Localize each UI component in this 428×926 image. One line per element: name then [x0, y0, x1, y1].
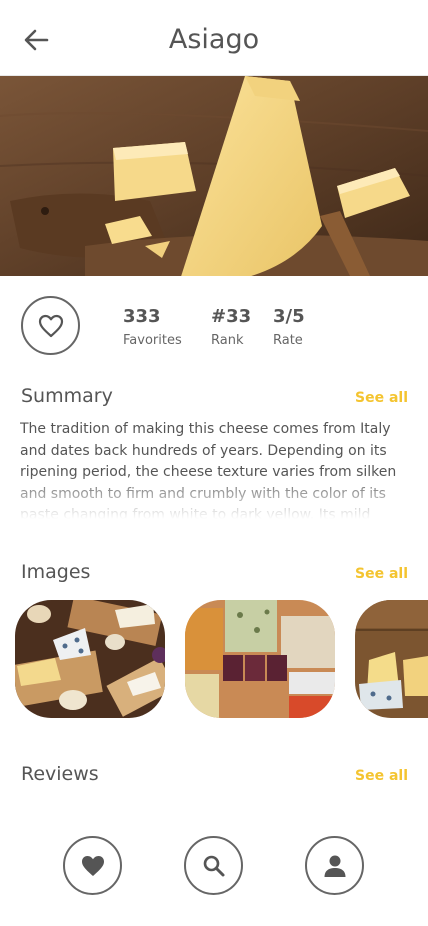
favorites-count: 333 — [123, 306, 161, 327]
nav-search-button[interactable] — [184, 836, 243, 895]
rank-label: Rank — [211, 333, 244, 348]
rate-value: 3/5 — [273, 306, 305, 327]
images-title: Images — [21, 561, 91, 583]
favorites-label: Favorites — [123, 333, 182, 348]
stats-row: 333 Favorites #33 Rank 3/5 Rate — [0, 296, 428, 356]
image-thumbnail[interactable] — [355, 600, 428, 718]
image-thumbnail[interactable] — [185, 600, 335, 718]
app-header: Asiago — [0, 0, 428, 76]
hero-image — [0, 76, 428, 276]
user-icon — [324, 855, 345, 877]
rate-stat: 3/5 Rate — [273, 306, 305, 348]
image-thumbnail[interactable] — [15, 600, 165, 718]
rate-label: Rate — [273, 333, 303, 348]
reviews-see-all-link[interactable]: See all — [355, 768, 408, 784]
summary-see-all-link[interactable]: See all — [355, 390, 408, 406]
heart-icon — [81, 855, 104, 876]
summary-title: Summary — [21, 385, 113, 407]
favorites-stat: 333 Favorites — [123, 306, 182, 348]
favorite-button[interactable] — [21, 296, 80, 355]
reviews-title: Reviews — [21, 763, 99, 785]
summary-text: The tradition of making this cheese come… — [20, 421, 397, 519]
rank-stat: #33 Rank — [211, 306, 252, 348]
heart-outline-icon — [38, 314, 63, 337]
page-title: Asiago — [168, 24, 260, 55]
rank-value: #33 — [211, 306, 252, 327]
images-see-all-link[interactable]: See all — [355, 566, 408, 582]
nav-favorites-button[interactable] — [63, 836, 122, 895]
search-icon — [203, 855, 224, 876]
nav-profile-button[interactable] — [305, 836, 364, 895]
